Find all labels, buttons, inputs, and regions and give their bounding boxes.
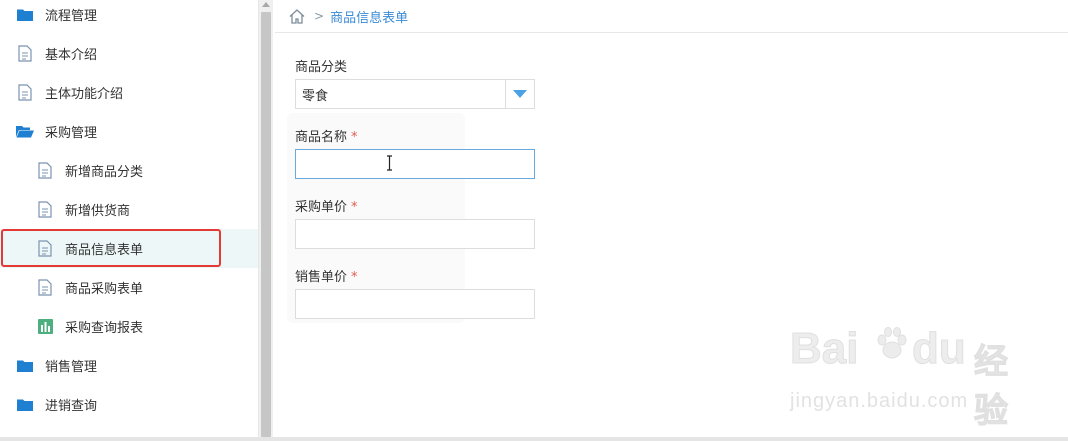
folder-open-icon (16, 123, 34, 141)
home-icon[interactable] (288, 7, 306, 25)
sidebar-item-label: 进销查询 (45, 399, 98, 414)
sidebar-item-label: 新增商品分类 (65, 165, 144, 180)
category-dropdown-button[interactable] (505, 80, 534, 108)
category-select[interactable]: 零食 (295, 79, 535, 109)
sidebar: 流程管理 基本介绍 主体功能介绍 采购管理 新增商品分类 新增供货商 商品信息表… (0, 0, 259, 437)
sidebar-item-process[interactable]: 流程管理 (0, 0, 258, 34)
document-icon (36, 201, 54, 219)
scroll-up-arrow-icon[interactable] (262, 2, 270, 7)
category-select-value: 零食 (302, 88, 329, 104)
chevron-down-icon (513, 90, 527, 98)
sidebar-item-label: 采购管理 (45, 126, 98, 141)
bottom-border (0, 437, 1068, 441)
product-name-input[interactable] (295, 149, 535, 179)
category-label: 商品分类 (295, 56, 347, 75)
sidebar-item-add-category[interactable]: 新增商品分类 (0, 151, 258, 190)
name-label: 商品名称 * (295, 126, 358, 145)
sidebar-item-product-info-form[interactable]: 商品信息表单 (0, 229, 258, 268)
sidebar-item-label: 流程管理 (45, 9, 98, 24)
breadcrumb-current: 商品信息表单 (330, 10, 409, 26)
sidebar-item-label: 商品信息表单 (65, 243, 144, 258)
sidebar-item-main-features[interactable]: 主体功能介绍 (0, 73, 258, 112)
sidebar-item-inventory-query[interactable]: 进销查询 (0, 385, 258, 424)
sidebar-scrollbar[interactable] (259, 0, 273, 437)
document-icon (16, 45, 34, 63)
sidebar-item-label: 商品采购表单 (65, 282, 144, 297)
sidebar-item-purchase-report[interactable]: 采购查询报表 (0, 307, 258, 346)
sidebar-item-add-supplier[interactable]: 新增供货商 (0, 190, 258, 229)
sidebar-item-label: 新增供货商 (65, 204, 131, 219)
document-icon (16, 84, 34, 102)
required-mark: * (351, 270, 358, 285)
purchase-price-label-text: 采购单价 (295, 200, 348, 215)
required-mark: * (351, 200, 358, 215)
category-label-text: 商品分类 (295, 60, 348, 75)
purchase-price-label: 采购单价 * (295, 196, 358, 215)
main-content: > 商品信息表单 商品分类 零食 商品名称 * 采购单价 * 销售单价 * (275, 0, 1068, 437)
document-icon (36, 162, 54, 180)
sidebar-item-label: 采购查询报表 (65, 321, 144, 336)
name-label-text: 商品名称 (295, 130, 348, 145)
sidebar-item-product-purchase-form[interactable]: 商品采购表单 (0, 268, 258, 307)
sidebar-item-basic-intro[interactable]: 基本介绍 (0, 34, 258, 73)
purchase-price-input[interactable] (295, 219, 535, 249)
sidebar-item-sales[interactable]: 销售管理 (0, 346, 258, 385)
sale-price-input[interactable] (295, 289, 535, 319)
folder-icon (16, 396, 34, 414)
bar-chart-icon (36, 318, 54, 336)
scrollbar-thumb[interactable] (261, 12, 271, 437)
document-icon (36, 279, 54, 297)
sale-price-label: 销售单价 * (295, 266, 358, 285)
sidebar-item-label: 基本介绍 (45, 48, 98, 63)
sale-price-label-text: 销售单价 (295, 270, 348, 285)
folder-icon (16, 357, 34, 375)
required-mark: * (351, 130, 358, 145)
sidebar-item-purchase[interactable]: 采购管理 (0, 112, 258, 151)
breadcrumb-separator: > (314, 9, 325, 23)
document-icon (36, 240, 54, 258)
sidebar-item-label: 主体功能介绍 (45, 87, 124, 102)
sidebar-item-label: 销售管理 (45, 360, 98, 375)
folder-icon (16, 6, 34, 24)
text-cursor-icon (387, 155, 392, 171)
breadcrumb: > 商品信息表单 (275, 0, 1068, 33)
